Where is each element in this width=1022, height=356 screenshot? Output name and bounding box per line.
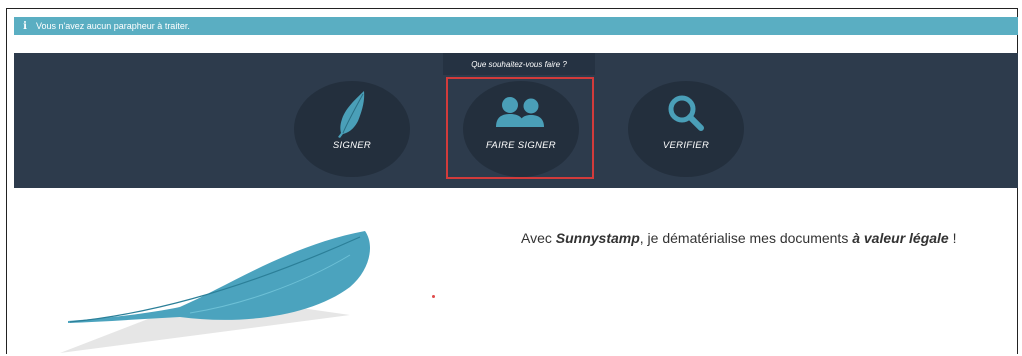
faire-signer-label: FAIRE SIGNER xyxy=(486,140,556,151)
tagline-suffix: ! xyxy=(948,230,957,246)
faire-signer-button[interactable]: FAIRE SIGNER xyxy=(463,81,579,177)
info-icon: i xyxy=(23,20,27,32)
tagline-prefix: Avec xyxy=(521,230,556,246)
users-icon xyxy=(496,97,544,127)
info-banner: i Vous n'avez aucun parapheur à traiter. xyxy=(14,17,1018,35)
verifier-button[interactable]: VERIFIER xyxy=(628,81,744,177)
feather-icon xyxy=(338,91,365,138)
verifier-label: VERIFIER xyxy=(662,140,710,151)
magnifier-icon xyxy=(668,95,704,131)
info-banner-text: Vous n'avez aucun parapheur à traiter. xyxy=(36,21,190,31)
feather-illustration xyxy=(60,231,370,353)
tagline-middle: , je dématérialise mes documents xyxy=(639,230,853,246)
tagline-brand: Sunnystamp xyxy=(555,230,640,246)
tagline: Avec Sunnystamp, je dématérialise mes do… xyxy=(521,230,991,247)
action-panel-prompt: Que souhaitez-vous faire ? xyxy=(443,53,595,75)
signer-label: SIGNER xyxy=(332,140,372,151)
tagline-emphasis: à valeur légale xyxy=(852,230,949,246)
signer-button[interactable]: SIGNER xyxy=(294,81,410,177)
decorative-dot xyxy=(432,295,435,298)
